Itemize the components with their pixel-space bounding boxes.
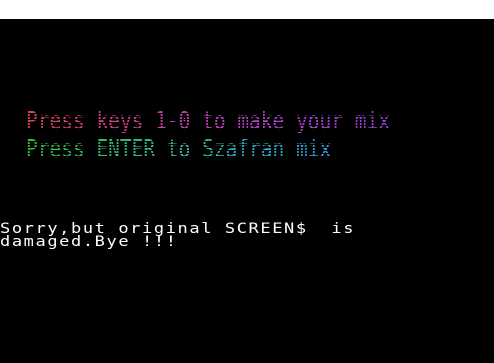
emulator-screen: Press keys 1-0 to make your mix Press EN… (0, 19, 494, 363)
menu-line-enter: Press ENTER to Szafran mix (26, 134, 332, 163)
menu-line-mix-keys: Press keys 1-0 to make your mix (26, 106, 390, 135)
error-message-line-2: damaged.Bye !!! (0, 233, 178, 250)
